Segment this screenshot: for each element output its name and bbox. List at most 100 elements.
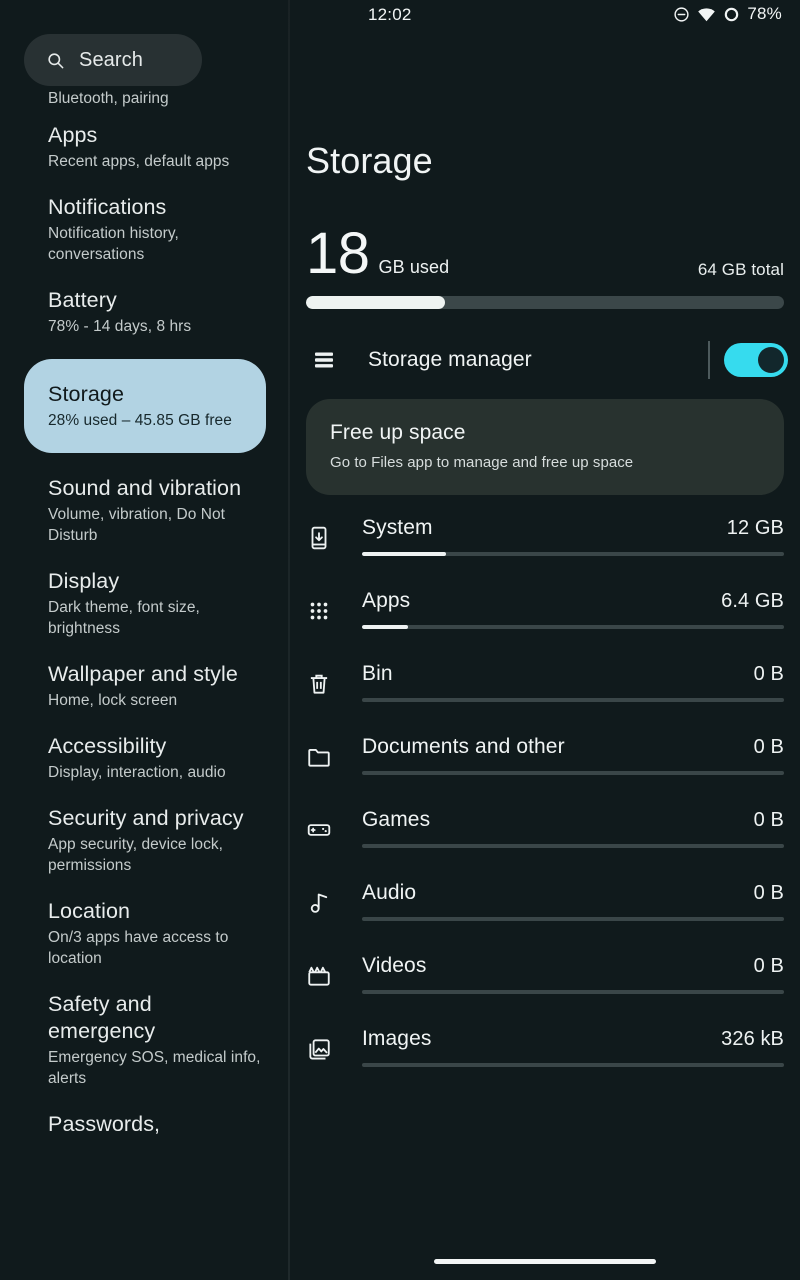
gesture-nav-handle[interactable]	[434, 1259, 656, 1264]
search-input[interactable]: Search	[24, 34, 202, 86]
sidebar-item-notifications[interactable]: Notifications Notification history, conve…	[0, 194, 290, 265]
storage-category-progress	[362, 698, 784, 702]
sidebar-item-subtitle: Home, lock screen	[48, 692, 178, 709]
storage-category-row[interactable]: Bin 0 B	[300, 659, 784, 732]
status-icons: 78%	[673, 4, 782, 24]
music-note-icon	[306, 890, 332, 916]
sidebar-item-display[interactable]: Display Dark theme, font size, brightness	[0, 568, 290, 639]
storage-category-row[interactable]: System 12 GB	[300, 513, 784, 586]
storage-category-name: Videos	[362, 954, 427, 977]
storage-category-body: Documents and other 0 B	[362, 732, 784, 775]
sidebar-item-title: Passwords,	[48, 1112, 161, 1136]
storage-category-body: Bin 0 B	[362, 659, 784, 702]
sidebar-item-passwords[interactable]: Passwords,	[0, 1111, 290, 1138]
sidebar-item-subtitle: 28% used – 45.85 GB free	[48, 412, 232, 429]
sidebar-item-title: Display	[48, 569, 120, 593]
storage-category-header: Audio 0 B	[362, 878, 784, 905]
storage-category-header: Apps 6.4 GB	[362, 586, 784, 613]
storage-category-body: Apps 6.4 GB	[362, 586, 784, 629]
storage-category-name: Bin	[362, 662, 393, 685]
storage-category-body: Images 326 kB	[362, 1024, 784, 1067]
sidebar-item-subtitle: Volume, vibration, Do Not Disturb	[48, 506, 226, 544]
storage-category-name: System	[362, 516, 433, 539]
gesture-nav-bar	[290, 1246, 800, 1280]
sidebar-item-list: Apps Recent apps, default apps Notificatio…	[0, 122, 290, 1160]
storage-category-name: Documents and other	[362, 735, 565, 758]
storage-category-progress	[362, 771, 784, 775]
sidebar-item-storage[interactable]: Storage 28% used – 45.85 GB free	[24, 359, 266, 453]
storage-total-progress	[306, 296, 784, 309]
phone-download-icon	[306, 525, 332, 551]
sidebar-item-subtitle: Display, interaction, audio	[48, 764, 226, 781]
storage-category-size: 6.4 GB	[721, 590, 784, 612]
sidebar-item-subtitle: 78% - 14 days, 8 hrs	[48, 318, 192, 335]
sidebar-item-title: Location	[48, 899, 131, 923]
screen: Search Bluetooth, pairing Apps Recent app…	[0, 0, 800, 1280]
storage-manager-row[interactable]: Storage manager	[306, 335, 788, 385]
clapperboard-icon	[306, 963, 332, 989]
sidebar-item-title: Wallpaper and style	[48, 662, 238, 686]
sidebar-item-title: Battery	[48, 288, 117, 312]
storage-category-size: 0 B	[753, 809, 784, 831]
storage-category-progress-fill	[362, 625, 409, 629]
storage-category-list: System 12 GB Apps 6.4 GB Bin 0 B Documents and…	[300, 513, 784, 1097]
storage-category-name: Games	[362, 808, 431, 831]
free-up-space-card[interactable]: Free up space Go to Files app to manage …	[306, 399, 784, 495]
settings-sidebar: Search Bluetooth, pairing Apps Recent app…	[0, 0, 290, 1280]
sidebar-item-subtitle: Dark theme, font size, brightness	[48, 599, 200, 637]
folder-icon	[306, 744, 332, 770]
storage-used-value: 18	[306, 221, 370, 286]
storage-category-row[interactable]: Videos 0 B	[300, 951, 784, 1024]
sidebar-item-battery[interactable]: Battery 78% - 14 days, 8 hrs	[0, 287, 290, 337]
sidebar-item-apps[interactable]: Apps Recent apps, default apps	[0, 122, 290, 172]
sidebar-item-sound-and-vibration[interactable]: Sound and vibration Volume, vibration, Do…	[0, 475, 290, 546]
storage-category-header: Images 326 kB	[362, 1024, 784, 1051]
free-up-space-subtitle: Go to Files app to manage and free up sp…	[330, 454, 634, 471]
storage-category-header: Bin 0 B	[362, 659, 784, 686]
storage-category-body: Games 0 B	[362, 805, 784, 848]
storage-category-body: Videos 0 B	[362, 951, 784, 994]
sidebar-item-title: Sound and vibration	[48, 476, 242, 500]
image-icon	[306, 1036, 332, 1062]
page-title: Storage	[306, 140, 433, 181]
sidebar-item-accessibility[interactable]: Accessibility Display, interaction, audio	[0, 733, 290, 783]
storage-category-size: 0 B	[753, 663, 784, 685]
sidebar-item-title: Security and privacy	[48, 806, 244, 830]
storage-used-unit: GB used	[378, 257, 450, 277]
storage-category-body: Audio 0 B	[362, 878, 784, 921]
sidebar-item-subtitle: App security, device lock, permissions	[48, 836, 224, 874]
sidebar-item-safety-and-emergency[interactable]: Safety and emergency Emergency SOS, medic…	[0, 991, 290, 1089]
status-clock: 12:02	[368, 5, 412, 24]
sidebar-item-subtitle: Emergency SOS, medical info, alerts	[48, 1049, 261, 1087]
sidebar-item-title: Safety and emergency	[48, 992, 156, 1043]
storage-category-name: Audio	[362, 881, 417, 904]
gamepad-icon	[306, 817, 332, 843]
storage-category-size: 326 kB	[721, 1028, 784, 1050]
storage-category-body: System 12 GB	[362, 513, 784, 556]
storage-category-header: System 12 GB	[362, 513, 784, 540]
sidebar-item-location[interactable]: Location On/3 apps have access to locatio…	[0, 898, 290, 969]
storage-category-row[interactable]: Images 326 kB	[300, 1024, 784, 1097]
sidebar-item-wallpaper-and-style[interactable]: Wallpaper and style Home, lock screen	[0, 661, 290, 711]
storage-manager-toggle[interactable]	[724, 343, 788, 377]
sidebar-item-subtitle: Recent apps, default apps	[48, 153, 230, 170]
storage-category-progress	[362, 552, 784, 556]
sidebar-item-title: Storage	[48, 382, 125, 406]
storage-category-row[interactable]: Audio 0 B	[300, 878, 784, 951]
apps-grid-icon	[306, 598, 332, 624]
storage-category-row[interactable]: Documents and other 0 B	[300, 732, 784, 805]
storage-category-progress	[362, 917, 784, 921]
storage-category-header: Games 0 B	[362, 805, 784, 832]
storage-category-header: Videos 0 B	[362, 951, 784, 978]
battery-icon	[723, 6, 740, 23]
storage-category-row[interactable]: Apps 6.4 GB	[300, 586, 784, 659]
storage-category-progress	[362, 1063, 784, 1067]
sidebar-item-bluetooth-subtitle: Bluetooth, pairing	[48, 90, 169, 107]
storage-category-progress-fill	[362, 552, 447, 556]
main-panel: 12:02 78% Storage 18 GB used 64 GB total…	[290, 0, 800, 1280]
sidebar-item-title: Notifications	[48, 195, 167, 219]
storage-total-label: 64 GB total	[697, 260, 784, 279]
storage-category-name: Images	[362, 1027, 432, 1050]
storage-category-row[interactable]: Games 0 B	[300, 805, 784, 878]
sidebar-item-security-and-privacy[interactable]: Security and privacy App security, device…	[0, 805, 290, 876]
